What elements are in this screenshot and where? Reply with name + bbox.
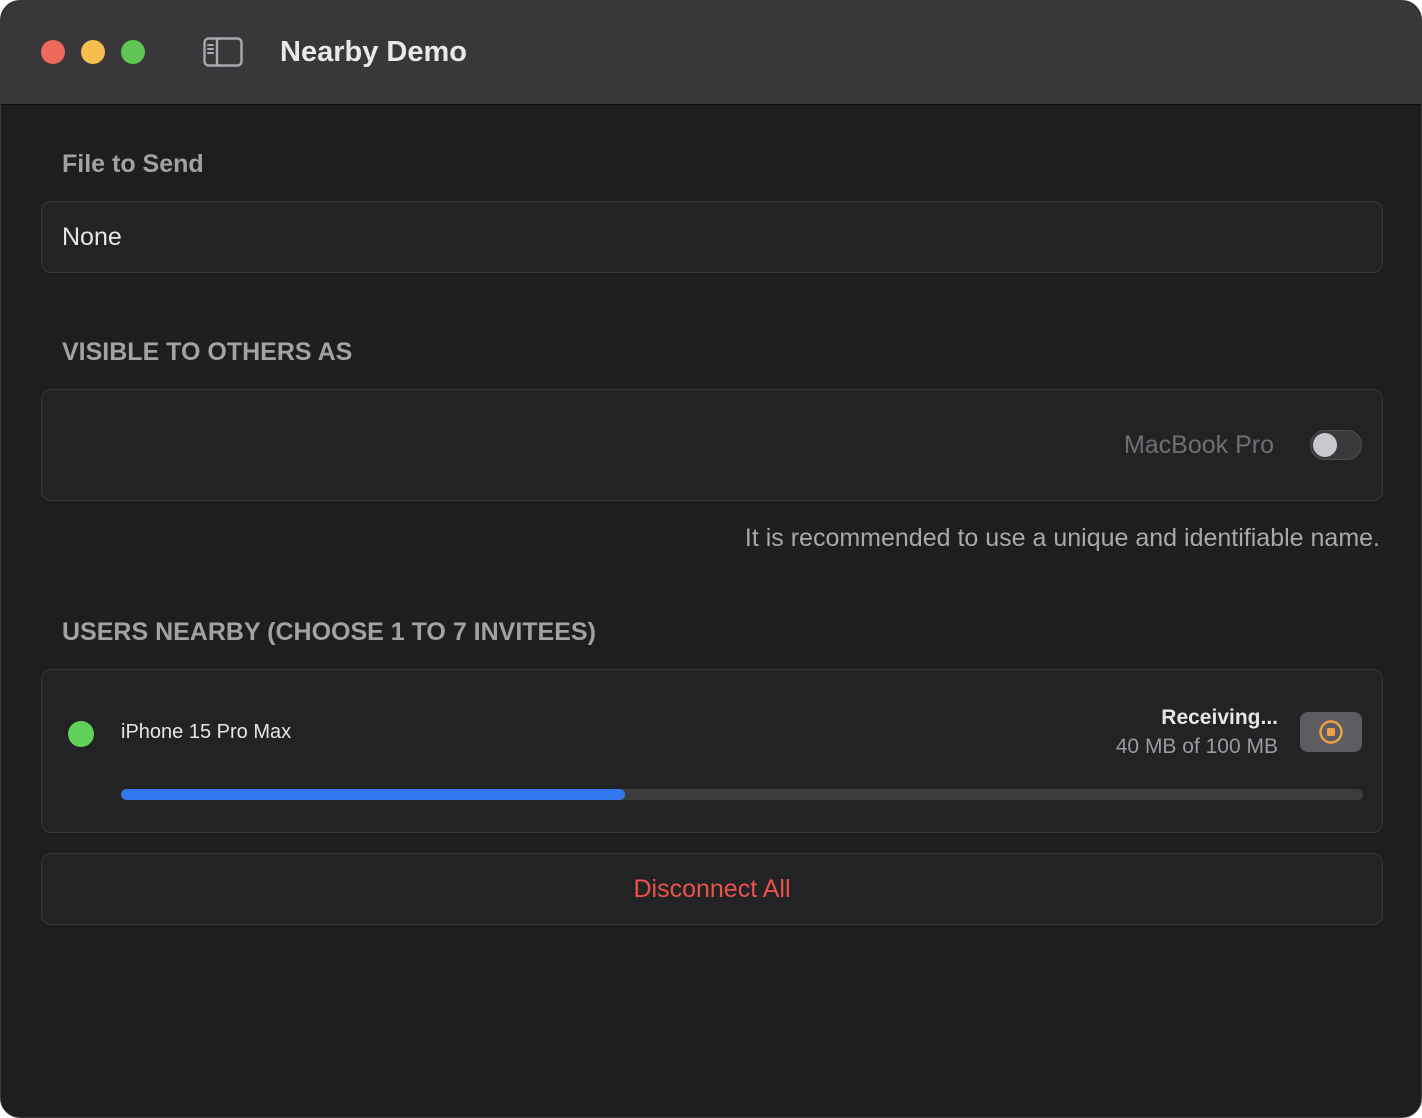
title-bar: Nearby Demo <box>1 1 1421 105</box>
name-hint: It is recommended to use a unique and id… <box>744 524 1380 552</box>
sidebar-left-icon <box>203 37 243 67</box>
file-section-header: File to Send <box>62 150 204 178</box>
toggle-knob <box>1313 433 1337 457</box>
minimize-window-button[interactable] <box>81 40 105 64</box>
progress-bar <box>121 789 1363 800</box>
close-window-button[interactable] <box>41 40 65 64</box>
file-picker[interactable]: None <box>41 201 1383 273</box>
online-status-dot <box>68 721 94 747</box>
file-value: None <box>62 223 122 251</box>
stop-circle-icon <box>1319 720 1343 744</box>
device-name-label: MacBook Pro <box>1123 431 1274 459</box>
visibility-card: MacBook Pro <box>41 389 1383 501</box>
transfer-progress-text: 40 MB of 100 MB <box>1115 735 1278 758</box>
sidebar-toggle-button[interactable] <box>203 37 243 67</box>
visibility-toggle[interactable] <box>1310 430 1362 460</box>
transfer-status: Receiving... <box>1161 706 1278 729</box>
disconnect-all-button[interactable]: Disconnect All <box>41 853 1383 925</box>
peer-name: iPhone 15 Pro Max <box>121 721 292 743</box>
window-title: Nearby Demo <box>280 36 467 68</box>
visibility-section-header: VISIBLE TO OTHERS AS <box>62 338 353 366</box>
stop-transfer-button[interactable] <box>1300 712 1362 752</box>
app-window: Nearby Demo File to Send None VISIBLE TO… <box>0 0 1422 1118</box>
disconnect-all-label: Disconnect All <box>633 874 791 903</box>
users-section-header: USERS NEARBY (CHOOSE 1 TO 7 INVITEES) <box>62 618 596 646</box>
zoom-window-button[interactable] <box>121 40 145 64</box>
peer-row[interactable]: iPhone 15 Pro Max Receiving... 40 MB of … <box>41 669 1383 833</box>
progress-bar-fill <box>121 789 626 800</box>
